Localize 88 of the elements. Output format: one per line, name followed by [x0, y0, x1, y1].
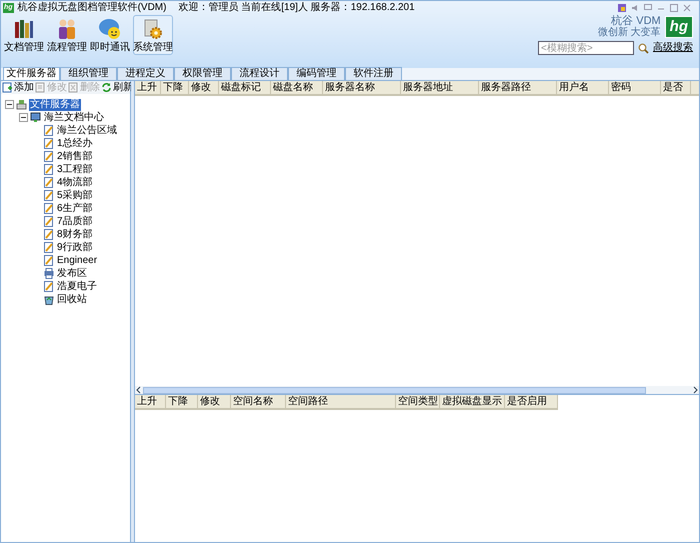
refresh-icon — [101, 82, 112, 93]
expander-toggle[interactable] — [19, 113, 28, 122]
tree-item[interactable]: 海兰公告区域 — [56, 124, 118, 136]
document-pencil-icon — [44, 203, 54, 214]
printer-icon — [44, 268, 54, 279]
tree-item[interactable]: 8财务部 — [56, 228, 94, 240]
tree-item[interactable]: 回收站 — [56, 294, 88, 306]
column-header[interactable]: 磁盘名称 — [271, 81, 323, 94]
brand-slogan: 微创新 大变革 — [598, 27, 661, 38]
toolbar-button[interactable]: 流程管理 — [47, 15, 87, 55]
tree-item[interactable]: 发布区 — [56, 268, 88, 280]
expander-toggle[interactable] — [5, 100, 14, 109]
minus-icon — [21, 115, 26, 120]
document-pencil-icon — [44, 216, 54, 227]
close-icon[interactable] — [683, 4, 691, 12]
column-header[interactable]: 空间类型 — [396, 395, 440, 408]
column-header[interactable]: 服务器地址 — [401, 81, 479, 94]
window-title: 杭谷虚拟无盘图档管理软件(VDM) — [18, 2, 166, 14]
column-header[interactable]: 上升 — [135, 81, 161, 94]
tree-item[interactable]: 6生产部 — [56, 202, 94, 214]
column-header[interactable]: 下降 — [166, 395, 198, 408]
tree-item[interactable]: Engineer — [56, 254, 98, 266]
column-header[interactable]: 用户名 — [557, 81, 609, 94]
column-header[interactable]: 下降 — [161, 81, 189, 94]
search-field[interactable]: <模糊搜索> — [538, 41, 634, 55]
maximize-icon[interactable] — [670, 4, 678, 12]
toolbar-button[interactable]: 即时通讯 — [90, 15, 130, 55]
column-header[interactable]: 修改 — [198, 395, 231, 408]
scroll-right-icon[interactable] — [691, 386, 699, 394]
column-header[interactable]: 空间名称 — [231, 395, 286, 408]
tab[interactable]: 组织管理 — [60, 67, 117, 80]
skin-icon[interactable] — [618, 4, 626, 12]
computer-icon — [30, 112, 41, 123]
minus-icon — [7, 102, 12, 107]
recycle-bin-icon — [44, 294, 54, 305]
speaker-icon[interactable] — [631, 4, 639, 12]
document-pencil-icon — [44, 138, 54, 149]
column-header[interactable]: 虚拟磁盘显示 — [440, 395, 505, 408]
tree-item[interactable]: 浩夏电子 — [56, 280, 98, 292]
document-pencil-icon — [44, 177, 54, 188]
people-icon — [56, 18, 78, 40]
gear-icon — [142, 18, 164, 40]
tree-item[interactable]: 3工程部 — [56, 164, 94, 176]
brand-name: 杭谷 VDM — [611, 15, 661, 27]
tab[interactable]: 文件服务器 — [3, 67, 60, 80]
tree-item[interactable]: 2销售部 — [56, 150, 94, 162]
tab[interactable]: 权限管理 — [174, 67, 231, 80]
server-icon — [16, 99, 27, 110]
document-pencil-icon — [44, 281, 54, 292]
column-header[interactable]: 是否 — [661, 81, 691, 94]
scroll-left-icon[interactable] — [135, 386, 143, 394]
document-pencil-icon — [44, 242, 54, 253]
document-pencil-icon — [44, 151, 54, 162]
column-header[interactable]: 修改 — [189, 81, 219, 94]
column-header[interactable]: 空间路径 — [286, 395, 396, 408]
tree-item[interactable]: 4物流部 — [56, 176, 94, 188]
action-button[interactable]: 添加 — [2, 82, 34, 94]
column-header[interactable]: 服务器名称 — [323, 81, 401, 94]
tree-item[interactable]: 7品质部 — [56, 216, 94, 228]
tree-item[interactable]: 海兰文档中心 — [43, 112, 105, 124]
monitor-icon[interactable] — [644, 4, 652, 12]
document-pencil-icon — [44, 255, 54, 266]
tree-item[interactable]: 文件服务器 — [29, 98, 81, 110]
advanced-search-link[interactable]: 高级搜索 — [653, 42, 693, 54]
brand-logo: hg — [664, 16, 693, 38]
search-icon[interactable] — [638, 42, 649, 54]
document-pencil-icon — [44, 125, 54, 136]
column-header[interactable]: 是否启用 — [505, 395, 558, 408]
status-text: 欢迎：管理员 当前在线[19]人 服务器：192.168.2.201 — [178, 2, 415, 14]
tree-item[interactable]: 5采购部 — [56, 190, 94, 202]
tab[interactable]: 软件注册 — [345, 67, 402, 80]
document-pencil-icon — [44, 229, 54, 240]
tab[interactable]: 进程定义 — [117, 67, 174, 80]
books-icon — [13, 18, 35, 40]
document-pencil-icon — [44, 164, 54, 175]
column-header[interactable]: 密码 — [609, 81, 661, 94]
tab[interactable]: 编码管理 — [288, 67, 345, 80]
chat-bubble-icon — [98, 18, 122, 40]
horizontal-scrollbar[interactable] — [135, 386, 699, 394]
tree-item[interactable]: 1总经办 — [56, 138, 94, 150]
tab[interactable]: 流程设计 — [231, 67, 288, 80]
document-pencil-icon — [44, 190, 54, 201]
column-header[interactable]: 上升 — [135, 395, 166, 408]
column-header[interactable]: 服务器路径 — [479, 81, 557, 94]
column-header[interactable]: 磁盘标记 — [219, 81, 271, 94]
toolbar-button[interactable]: 系统管理 — [133, 15, 173, 55]
toolbar-button[interactable]: 文档管理 — [4, 15, 44, 55]
tree-item[interactable]: 9行政部 — [56, 242, 94, 254]
